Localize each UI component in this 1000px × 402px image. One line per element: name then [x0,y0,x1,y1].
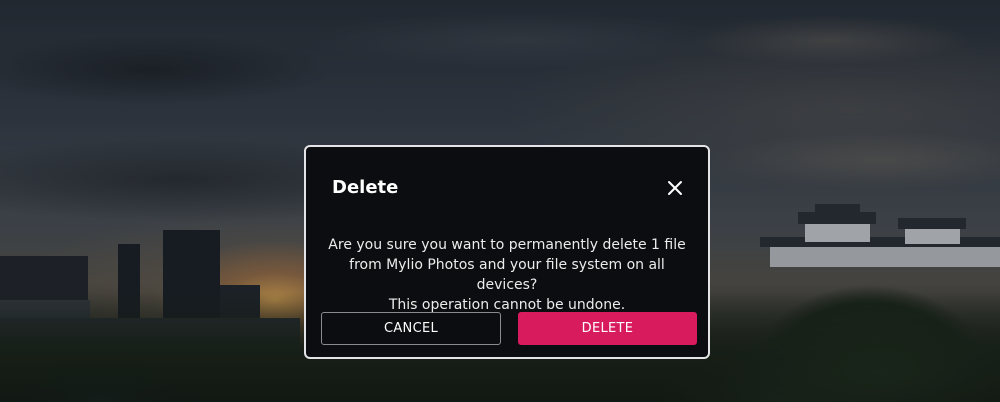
close-icon [668,181,682,195]
close-button[interactable] [664,177,686,199]
delete-button-label: DELETE [581,321,634,336]
dialog-message: Are you sure you want to permanently del… [328,237,686,313]
app-window: Delete Are you sure you want to permanen… [0,0,1000,402]
dialog-title: Delete [332,177,399,198]
delete-button[interactable]: DELETE [518,312,697,345]
cancel-button[interactable]: CANCEL [321,312,501,345]
cancel-button-label: CANCEL [383,321,439,336]
delete-dialog: Delete Are you sure you want to permanen… [304,145,710,359]
